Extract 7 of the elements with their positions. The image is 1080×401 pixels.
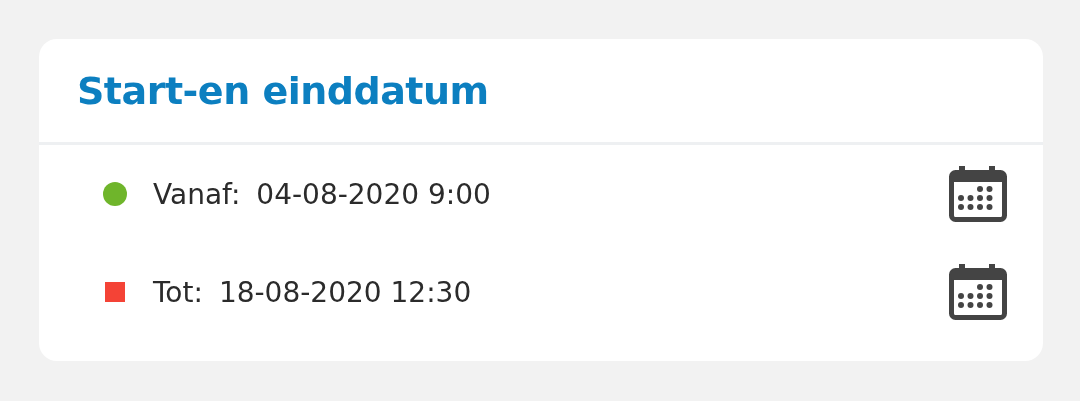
calendar-icon[interactable] (949, 264, 1007, 320)
calendar-icon[interactable] (949, 166, 1007, 222)
date-label: Tot: (153, 275, 203, 309)
card-title: Start-en einddatum (77, 68, 489, 113)
date-value: 18-08-2020 12:30 (218, 275, 472, 309)
date-label: Vanaf: (153, 177, 241, 211)
date-value: 04-08-2020 9:00 (256, 177, 491, 211)
